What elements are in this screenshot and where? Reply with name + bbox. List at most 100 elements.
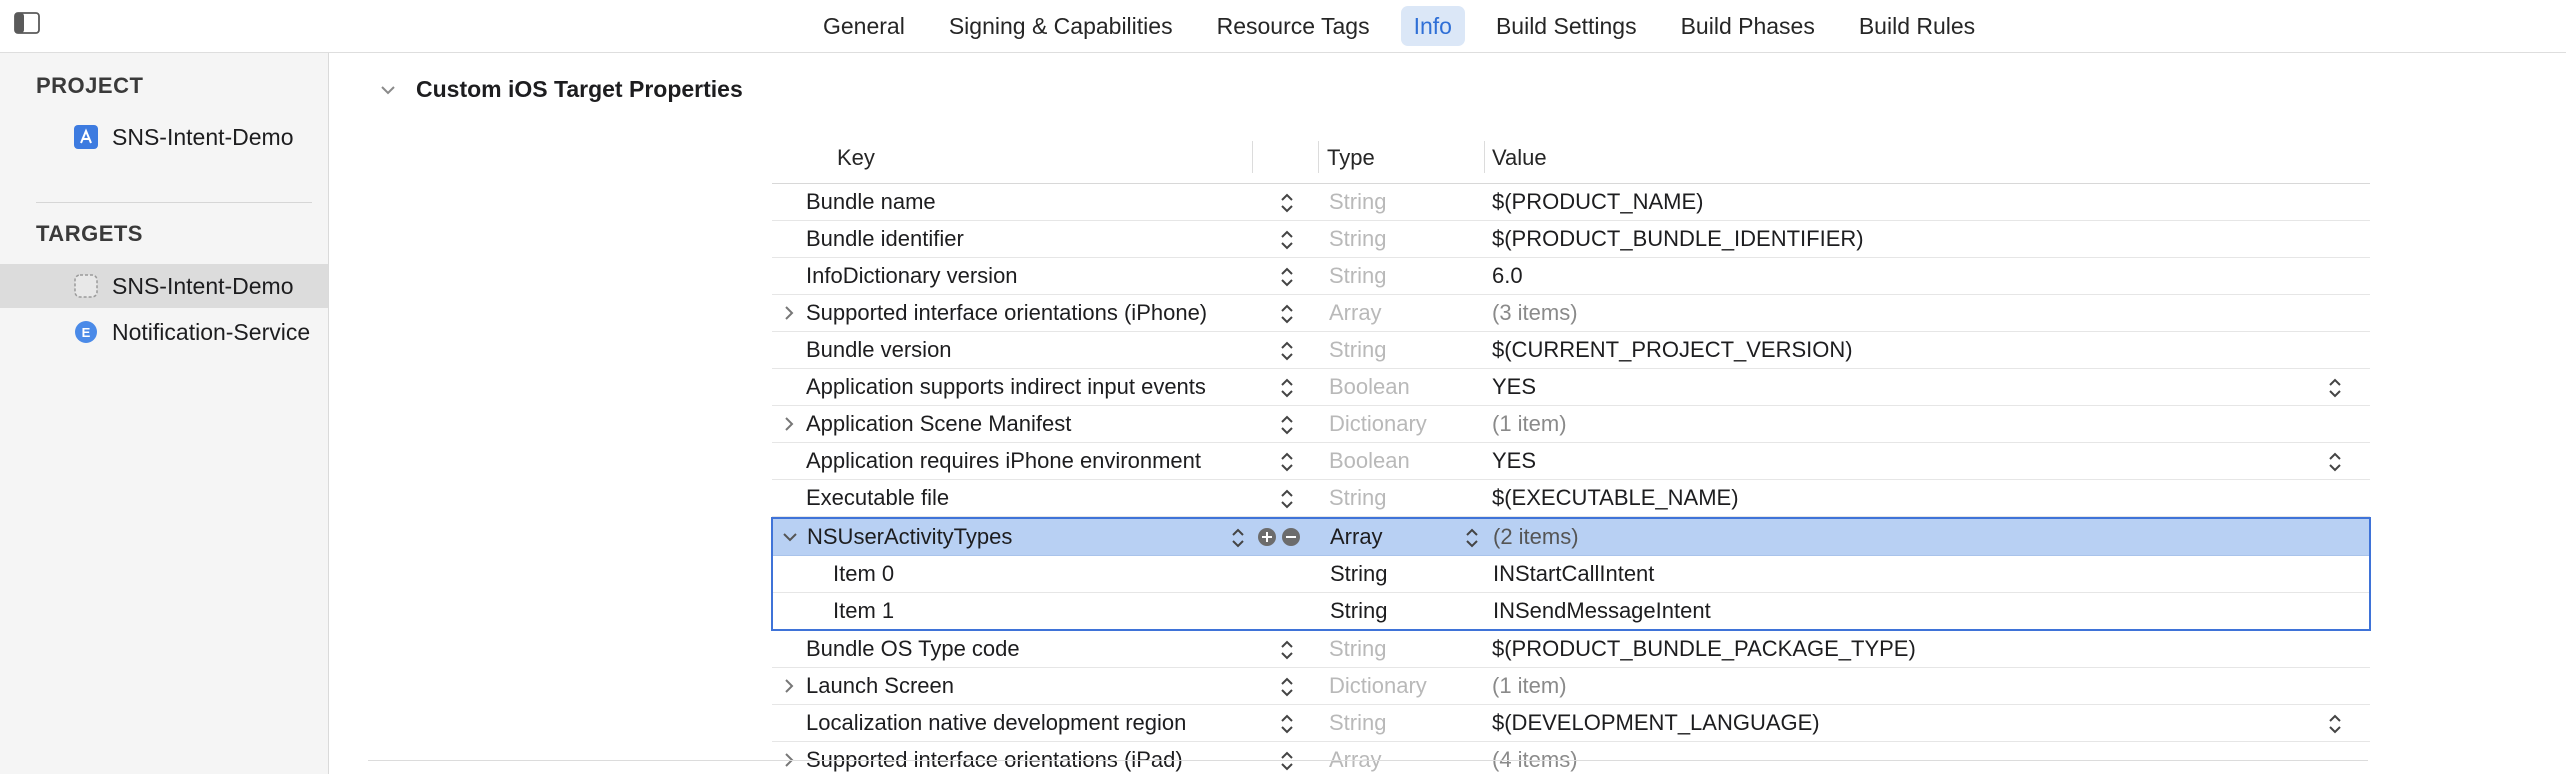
stepper-icon[interactable] (1229, 527, 1247, 549)
row-key: Item 0 (833, 561, 895, 586)
sidebar-item-target-app[interactable]: SNS-Intent-Demo (0, 264, 328, 308)
column-separator[interactable] (1484, 141, 1485, 173)
tab-info[interactable]: Info (1400, 6, 1465, 46)
table-row[interactable]: Launch Screen Dictionary (1 item) (772, 668, 2370, 705)
tab-resource-tags[interactable]: Resource Tags (1204, 6, 1383, 46)
sidebar-item-target-extension[interactable]: E Notification-Service (0, 310, 328, 354)
row-type: String (1329, 710, 1387, 735)
row-value[interactable]: $(DEVELOPMENT_LANGUAGE) (1492, 705, 1820, 741)
row-key: Bundle name (806, 189, 936, 214)
row-value[interactable]: $(PRODUCT_NAME) (1492, 184, 1703, 220)
table-row[interactable]: Application requires iPhone environment … (772, 443, 2370, 480)
sidebar-item-project[interactable]: SNS-Intent-Demo (0, 115, 328, 159)
row-key: Application Scene Manifest (806, 411, 1072, 436)
table-row[interactable]: Bundle identifier String $(PRODUCT_BUNDL… (772, 221, 2370, 258)
row-type: String (1329, 337, 1387, 362)
row-type: Dictionary (1329, 673, 1427, 698)
table-row-child[interactable]: Item 0 String INStartCallIntent (773, 556, 2369, 593)
svg-text:E: E (82, 325, 91, 340)
section-divider (368, 760, 2368, 761)
row-key: Bundle OS Type code (806, 636, 1020, 661)
row-value: (2 items) (1493, 524, 1579, 549)
value-popup-stepper-icon[interactable] (2326, 713, 2344, 735)
stepper-icon[interactable] (1278, 340, 1296, 362)
row-value[interactable]: INSendMessageIntent (1493, 593, 1711, 629)
value-popup-stepper-icon[interactable] (2326, 451, 2344, 473)
row-type: String (1329, 226, 1387, 251)
table-row-child[interactable]: Item 1 String INSendMessageIntent (773, 593, 2369, 629)
tab-build-settings[interactable]: Build Settings (1483, 6, 1650, 46)
column-separator[interactable] (1318, 141, 1319, 173)
row-type: Dictionary (1329, 411, 1427, 436)
table-row[interactable]: Bundle name String $(PRODUCT_NAME) (772, 184, 2370, 221)
stepper-icon[interactable] (1278, 192, 1296, 214)
table-row[interactable]: Supported interface orientations (iPhone… (772, 295, 2370, 332)
row-key: Bundle version (806, 337, 952, 362)
row-key: Launch Screen (806, 673, 954, 698)
row-type: String (1329, 636, 1387, 661)
column-separator (1252, 141, 1253, 173)
row-value[interactable]: $(PRODUCT_BUNDLE_IDENTIFIER) (1492, 221, 1864, 257)
stepper-icon[interactable] (1278, 750, 1296, 772)
add-item-icon[interactable] (1257, 527, 1277, 547)
remove-item-icon[interactable] (1281, 527, 1301, 547)
row-value[interactable]: $(CURRENT_PROJECT_VERSION) (1492, 332, 1853, 368)
section-header[interactable]: Custom iOS Target Properties (378, 76, 743, 103)
row-value[interactable]: 6.0 (1492, 258, 1523, 294)
column-header-value[interactable]: Value (1492, 145, 1547, 171)
row-value[interactable]: $(PRODUCT_BUNDLE_PACKAGE_TYPE) (1492, 631, 1916, 667)
column-header-key[interactable]: Key (837, 145, 875, 171)
row-value[interactable]: YES (1492, 443, 1536, 479)
stepper-icon[interactable] (1278, 451, 1296, 473)
value-popup-stepper-icon[interactable] (2326, 377, 2344, 399)
row-value[interactable]: INStartCallIntent (1493, 556, 1654, 592)
table-row[interactable]: Executable file String $(EXECUTABLE_NAME… (772, 480, 2370, 517)
chevron-right-icon[interactable] (780, 415, 798, 433)
table-row[interactable]: Application supports indirect input even… (772, 369, 2370, 406)
stepper-icon[interactable] (1278, 676, 1296, 698)
stepper-icon[interactable] (1278, 713, 1296, 735)
targets-section-header: TARGETS (36, 221, 143, 246)
app-target-icon (72, 272, 100, 300)
row-key: Item 1 (833, 598, 895, 623)
row-key: NSUserActivityTypes (807, 524, 1013, 549)
row-key: Supported interface orientations (iPhone… (806, 300, 1208, 325)
row-value: (1 item) (1492, 673, 1567, 698)
row-key: Application requires iPhone environment (806, 448, 1202, 473)
table-row[interactable]: Bundle version String $(CURRENT_PROJECT_… (772, 332, 2370, 369)
row-value: (3 items) (1492, 300, 1578, 325)
table-row[interactable]: Localization native development region S… (772, 705, 2370, 742)
tab-build-rules[interactable]: Build Rules (1846, 6, 1988, 46)
column-header-type[interactable]: Type (1327, 145, 1375, 171)
sidebar-item-label: SNS-Intent-Demo (112, 272, 294, 299)
section-title: Custom iOS Target Properties (416, 76, 743, 102)
row-key: Application supports indirect input even… (806, 374, 1206, 399)
stepper-icon[interactable] (1278, 488, 1296, 510)
chevron-down-icon[interactable] (781, 528, 799, 546)
table-row[interactable]: Application Scene Manifest Dictionary (1… (772, 406, 2370, 443)
row-value[interactable]: YES (1492, 369, 1536, 405)
row-type[interactable]: Array (1330, 519, 1383, 555)
type-popup-stepper-icon[interactable] (1463, 527, 1481, 549)
selected-row-group: NSUserActivityTypes Array (2 items) Item… (771, 517, 2371, 631)
sidebar-toggle-icon[interactable] (14, 12, 40, 34)
chevron-down-icon[interactable] (378, 80, 398, 100)
table-row[interactable]: InfoDictionary version String 6.0 (772, 258, 2370, 295)
row-value[interactable]: $(EXECUTABLE_NAME) (1492, 480, 1739, 516)
project-section-header: PROJECT (36, 73, 144, 98)
chevron-right-icon[interactable] (780, 677, 798, 695)
stepper-icon[interactable] (1278, 377, 1296, 399)
chevron-right-icon[interactable] (780, 304, 798, 322)
stepper-icon[interactable] (1278, 303, 1296, 325)
sidebar-divider (36, 202, 312, 203)
row-key: Bundle identifier (806, 226, 964, 251)
stepper-icon[interactable] (1278, 639, 1296, 661)
tab-signing-capabilities[interactable]: Signing & Capabilities (936, 6, 1186, 46)
table-row[interactable]: Bundle OS Type code String $(PRODUCT_BUN… (772, 631, 2370, 668)
tab-build-phases[interactable]: Build Phases (1668, 6, 1828, 46)
tab-general[interactable]: General (810, 6, 918, 46)
stepper-icon[interactable] (1278, 229, 1296, 251)
stepper-icon[interactable] (1278, 414, 1296, 436)
table-row-selected[interactable]: NSUserActivityTypes Array (2 items) (773, 519, 2369, 556)
stepper-icon[interactable] (1278, 266, 1296, 288)
